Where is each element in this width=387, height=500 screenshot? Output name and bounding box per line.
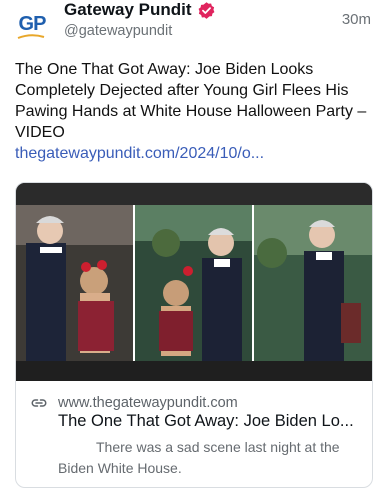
preview-image[interactable] — [16, 183, 372, 381]
author-handle[interactable]: @gatewaypundit — [64, 23, 172, 39]
avatar[interactable]: GP — [14, 6, 50, 42]
avatar-swoosh-icon — [17, 34, 45, 39]
card-description: There was a sad scene last night at the … — [58, 439, 340, 476]
card-domain: www.thegatewaypundit.com — [58, 395, 238, 411]
preview-image-graphic — [16, 183, 372, 381]
post-timestamp[interactable]: 30m — [342, 11, 371, 28]
link-preview-card[interactable]: www.thegatewaypundit.com The One That Go… — [15, 182, 373, 488]
card-title[interactable]: The One That Got Away: Joe Biden Lo... — [58, 412, 363, 431]
author-row: Gateway Pundit — [64, 0, 216, 20]
author-name[interactable]: Gateway Pundit — [64, 0, 192, 20]
link-icon — [31, 399, 47, 407]
avatar-text: GP — [18, 12, 47, 35]
post-link[interactable]: thegatewaypundit.com/2024/10/o... — [15, 145, 264, 163]
verified-badge-icon — [198, 1, 214, 19]
post-text: The One That Got Away: Joe Biden Looks C… — [15, 61, 367, 141]
post[interactable]: GP Gateway Pundit @gatewaypundit 30m The… — [0, 0, 387, 500]
card-domain-row: www.thegatewaypundit.com — [30, 394, 238, 412]
